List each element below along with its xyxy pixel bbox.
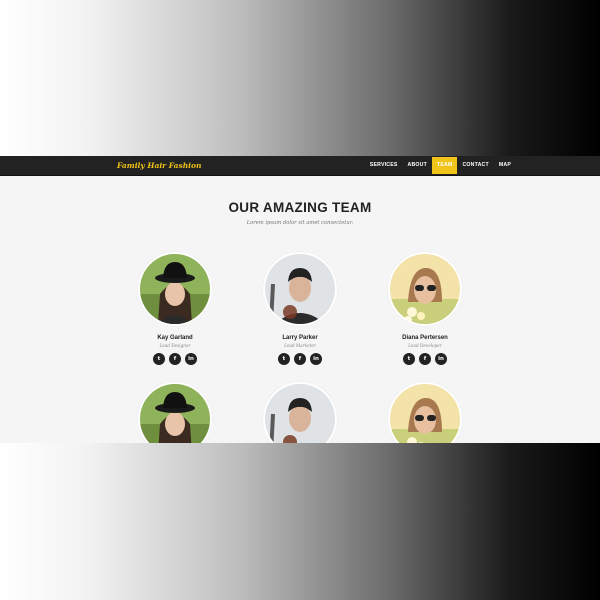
avatar — [263, 382, 337, 443]
twitter-icon[interactable]: t — [153, 353, 165, 365]
avatar — [138, 252, 212, 326]
team-member-larry: Larry Parker Lead Marketer t f in — [240, 252, 360, 365]
facebook-icon[interactable]: f — [294, 353, 306, 365]
portrait-woman-sunglasses-image — [390, 254, 460, 324]
social-links: t f in — [240, 353, 360, 365]
team-page: Family Hair Fashion SERVICES ABOUT TEAM … — [0, 156, 600, 443]
portrait-man-image — [265, 254, 335, 324]
member-name: Larry Parker — [282, 335, 318, 341]
member-role: Lead Designer — [159, 343, 191, 348]
facebook-icon[interactable]: f — [169, 353, 181, 365]
linkedin-icon[interactable]: in — [435, 353, 447, 365]
bottom-gradient-band — [0, 443, 600, 600]
member-name: Diana Pertersen — [402, 335, 448, 341]
portrait-man-image — [265, 384, 335, 443]
nav-item-about[interactable]: ABOUT — [403, 156, 432, 175]
avatar — [138, 382, 212, 443]
team-member-diana: Diana Pertersen Lead Developer t f in — [365, 252, 485, 365]
avatar — [388, 382, 462, 443]
twitter-icon[interactable]: t — [278, 353, 290, 365]
section-subtitle: Lorem ipsum dolor sit amet consectetur. — [246, 220, 354, 226]
team-member-row2-2 — [240, 382, 360, 443]
nav-item-contact[interactable]: CONTACT — [457, 156, 493, 175]
team-member-row2-1 — [115, 382, 235, 443]
navbar: Family Hair Fashion SERVICES ABOUT TEAM … — [0, 156, 600, 176]
section-title: OUR AMAZING TEAM — [228, 200, 372, 215]
portrait-woman-sunglasses-image — [390, 384, 460, 443]
top-gradient-band — [0, 0, 600, 156]
nav-item-services[interactable]: SERVICES — [365, 156, 403, 175]
twitter-icon[interactable]: t — [403, 353, 415, 365]
avatar — [388, 252, 462, 326]
team-member-row2-3 — [365, 382, 485, 443]
portrait-woman-hat-image — [140, 254, 210, 324]
social-links: t f in — [365, 353, 485, 365]
portrait-woman-hat-image — [140, 384, 210, 443]
linkedin-icon[interactable]: in — [185, 353, 197, 365]
member-role: Lead Marketer — [284, 343, 316, 348]
avatar — [263, 252, 337, 326]
member-role: Lead Developer — [408, 343, 442, 348]
team-member-kay: Kay Garland Lead Designer t f in — [115, 252, 235, 365]
facebook-icon[interactable]: f — [419, 353, 431, 365]
nav-menu: SERVICES ABOUT TEAM CONTACT MAP — [365, 156, 516, 175]
social-links: t f in — [115, 353, 235, 365]
nav-item-map[interactable]: MAP — [494, 156, 516, 175]
linkedin-icon[interactable]: in — [310, 353, 322, 365]
member-name: Kay Garland — [157, 335, 193, 341]
nav-item-team[interactable]: TEAM — [431, 157, 458, 174]
brand-logo[interactable]: Family Hair Fashion — [117, 159, 202, 172]
